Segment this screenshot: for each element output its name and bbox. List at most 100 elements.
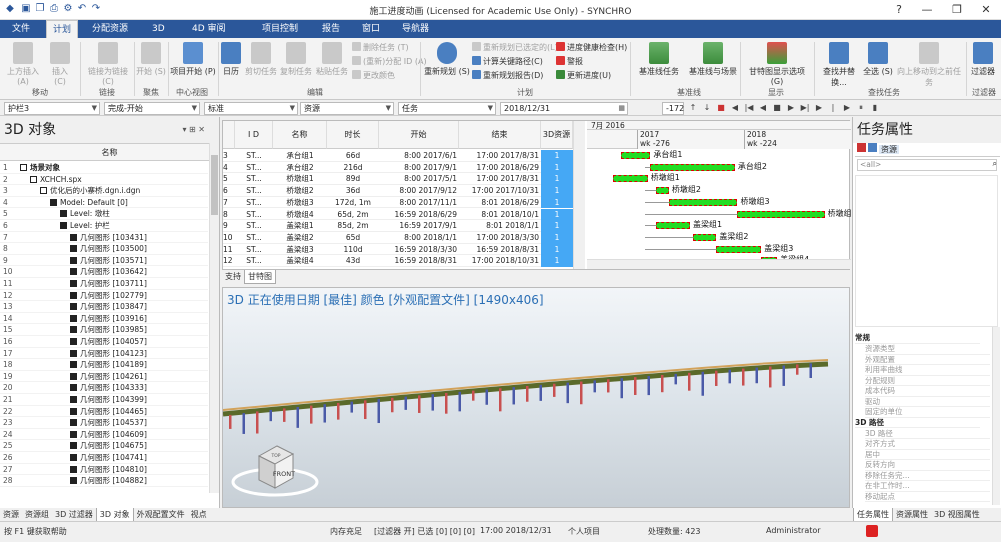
property-row[interactable]: 反转方向 xyxy=(865,460,990,471)
checkbox[interactable] xyxy=(60,210,67,218)
task-row[interactable]: 5 ST... 桥墩组1 89d 8:00 2017/5/1 17:00 2017/8/3… xyxy=(223,173,573,186)
bottom-tab-4[interactable]: 外观配置文件 xyxy=(134,508,188,522)
play-alt-icon[interactable]: ▶ xyxy=(842,103,852,113)
3d-view[interactable]: 3D 正在使用日期 [最佳] 颜色 [外观配置文件] [1490x406] FR… xyxy=(222,287,850,508)
tree-row[interactable]: 18 几何图形 [104189] xyxy=(0,359,208,371)
checkbox[interactable] xyxy=(70,454,77,461)
task-row[interactable]: 10 ST... 盖梁组2 65d 8:00 2018/1/1 17:00 2018/3/… xyxy=(223,231,573,244)
menu-tab-7[interactable]: 窗口 xyxy=(356,20,386,38)
property-row[interactable]: 移除任务完... xyxy=(865,471,990,481)
checkbox[interactable] xyxy=(70,268,77,276)
paste-task-button[interactable]: 粘贴任务 xyxy=(314,40,350,77)
step-forward-icon[interactable]: ▶ xyxy=(814,103,824,113)
search-icon[interactable]: ⌕ xyxy=(993,159,997,169)
tree-row[interactable]: 11 几何图形 [103711] xyxy=(0,278,208,290)
property-row[interactable]: 移动起点 xyxy=(865,492,990,502)
checkbox[interactable] xyxy=(70,291,77,299)
gantt-table-scrollbar[interactable] xyxy=(573,121,585,269)
property-row[interactable]: 驱动 xyxy=(865,397,990,407)
tree-row[interactable]: 16 几何图形 [104057] xyxy=(0,336,208,348)
task-bar[interactable] xyxy=(613,175,648,183)
tree-row[interactable]: 2 XCHCH.spx xyxy=(0,174,208,186)
bottom-tab-5[interactable]: 视点 xyxy=(188,508,210,522)
bottom-tab-0[interactable]: 资源 xyxy=(0,508,22,522)
checkbox[interactable] xyxy=(30,175,37,183)
minimize-button[interactable]: — xyxy=(913,0,941,20)
column-header-3[interactable]: 时长 xyxy=(327,121,379,149)
focus-start-button[interactable]: 开始 (S) xyxy=(136,40,166,77)
column-header-1[interactable]: I D xyxy=(235,121,273,149)
right-tab-2[interactable]: 3D 视图属性 xyxy=(931,508,983,522)
checkbox[interactable] xyxy=(70,303,77,311)
tree-row[interactable]: 20 几何图形 [104333] xyxy=(0,382,208,394)
property-section[interactable]: 3D 路径 xyxy=(855,418,980,428)
task-bar[interactable] xyxy=(716,245,762,253)
move-up-prev-task-button[interactable]: 向上移动到之前任务 xyxy=(894,40,964,88)
calendar-button[interactable]: 日历 xyxy=(220,40,242,77)
task-bar[interactable] xyxy=(650,163,735,171)
menu-tab-2[interactable]: 分配资源 xyxy=(86,20,134,38)
reassign-id-button[interactable]: (重新)分配 ID (A) xyxy=(352,56,427,68)
property-row[interactable]: 在非工作时... xyxy=(865,481,990,492)
checkbox[interactable] xyxy=(70,442,77,450)
property-row[interactable]: 3D 路径 xyxy=(865,429,990,439)
checkbox[interactable] xyxy=(60,222,67,229)
down-icon[interactable]: ↓ xyxy=(702,103,712,113)
tree-row[interactable]: 1 场景对象 xyxy=(0,162,208,174)
checkbox[interactable] xyxy=(70,396,77,403)
critical-path-button[interactable]: 计算关键路径(C) xyxy=(472,56,543,68)
property-row[interactable]: 资源类型 xyxy=(865,344,990,355)
update-progress-button[interactable]: 更新进度(U) xyxy=(556,70,611,82)
tree-row[interactable]: 14 几何图形 [103916] xyxy=(0,313,208,325)
tree-row[interactable]: 4 Model: Default [0] xyxy=(0,197,208,209)
task-row[interactable]: 6 ST... 桥墩组2 36d 8:00 2017/9/12 17:00 2017/10… xyxy=(223,185,573,197)
column-header-6[interactable]: 3D资源 xyxy=(541,121,573,149)
property-row[interactable]: 对齐方式 xyxy=(865,439,990,450)
baseline-task-button[interactable]: 基准线任务 xyxy=(632,40,686,77)
divider-icon[interactable]: | xyxy=(828,103,838,113)
task-row[interactable]: 11 ST... 盖梁组3 110d 16:59 2018/3/30 16:59 2018… xyxy=(223,243,573,256)
skip-end-icon[interactable]: ▶| xyxy=(800,103,810,113)
task-bar[interactable] xyxy=(737,210,825,218)
task-bar[interactable] xyxy=(655,187,669,195)
bottom-tab-1[interactable]: 资源组 xyxy=(22,508,52,522)
checkbox[interactable] xyxy=(70,419,77,427)
tree-row[interactable]: 21 几何图形 [104399] xyxy=(0,394,208,406)
task-row[interactable]: 8 ST... 桥墩组4 65d, 2m 16:59 2018/6/29 8:01 201… xyxy=(223,208,573,221)
checkbox[interactable] xyxy=(70,233,77,241)
task-row[interactable]: 12 ST... 盖梁组4 43d 16:59 2018/8/31 17:00 2018/… xyxy=(223,255,573,267)
up-icon[interactable]: ↑ xyxy=(688,103,698,113)
property-row[interactable]: 居中 xyxy=(865,450,990,460)
checkbox[interactable] xyxy=(70,338,77,345)
step-field[interactable]: -172 xyxy=(662,102,684,115)
tree-row[interactable]: 12 几何图形 [102779] xyxy=(0,290,208,302)
tree-row[interactable]: 3 优化后的小寨桥.dgn.i.dgn xyxy=(0,185,208,197)
checkbox[interactable] xyxy=(70,314,77,322)
restore-button[interactable]: ❐ xyxy=(943,0,971,20)
property-row[interactable]: 固定的单位 xyxy=(865,407,990,418)
tree-row[interactable]: 27 几何图形 [104810] xyxy=(0,464,208,476)
step-back-icon[interactable]: ◀ xyxy=(758,103,768,113)
baseline-scene-button[interactable]: 基准线与场景 xyxy=(686,40,740,77)
property-row[interactable]: 外观配置 xyxy=(865,355,990,365)
menu-tab-8[interactable]: 导航器 xyxy=(396,20,435,38)
tree-row[interactable]: 19 几何图形 [104261] xyxy=(0,371,208,383)
task-row[interactable]: 7 ST... 桥墩组3 172d, 1m 8:00 2017/11/1 8:01 201… xyxy=(223,196,573,209)
view-icon[interactable] xyxy=(868,143,877,152)
task-row[interactable]: 4 ST... 承台组2 216d 8:00 2017/9/1 17:00 2018/6/… xyxy=(223,161,573,174)
checkbox[interactable] xyxy=(50,198,57,206)
play-icon[interactable]: ▶ xyxy=(786,103,796,113)
tree-scrollbar[interactable] xyxy=(209,143,219,493)
reschedule-report-button[interactable]: 重新规划报告(D) xyxy=(472,70,543,82)
tree-row[interactable]: 10 几何图形 [103642] xyxy=(0,266,208,278)
menu-tab-3[interactable]: 3D xyxy=(146,20,171,38)
date-field[interactable]: 2018/12/31 ▦ xyxy=(500,102,628,115)
tree-row[interactable]: 28 几何图形 [104882] xyxy=(0,475,208,487)
delete-task-button[interactable]: 删除任务 (T) xyxy=(352,42,409,54)
bottom-tab-2[interactable]: 3D 过滤器 xyxy=(52,508,96,522)
property-search-input[interactable]: <all> xyxy=(857,159,997,171)
menu-tab-4[interactable]: 4D 审阅 xyxy=(186,20,232,38)
pin-icon[interactable]: ▾ ⊞ ✕ xyxy=(182,125,205,134)
reschedule-selected-button[interactable]: 重新规划已选定的(L) xyxy=(472,42,558,54)
task-bar[interactable] xyxy=(655,222,690,230)
